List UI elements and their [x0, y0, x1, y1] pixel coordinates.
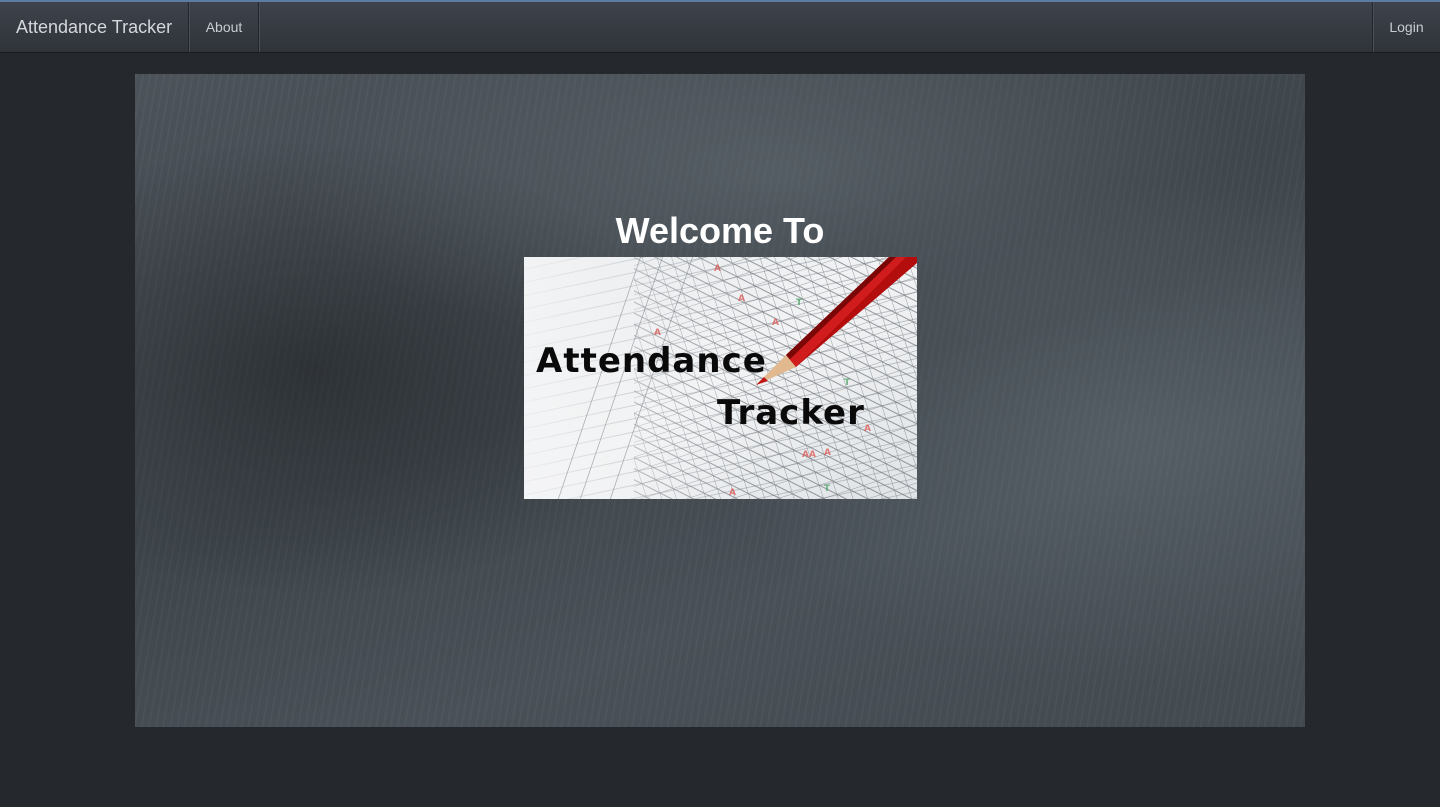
nav-about-link[interactable]: About [190, 2, 259, 52]
svg-text:T: T [824, 484, 831, 494]
svg-text:A: A [729, 488, 736, 498]
svg-text:A: A [864, 424, 871, 434]
svg-text:A: A [824, 448, 831, 458]
nav-login-link[interactable]: Login [1372, 2, 1440, 52]
welcome-heading: Welcome To [615, 210, 825, 251]
svg-text:A: A [738, 294, 745, 304]
brand-link[interactable]: Attendance Tracker [0, 2, 189, 52]
svg-text:T: T [796, 298, 803, 308]
svg-text:T: T [844, 378, 851, 388]
hero-section: Welcome To A A A A A AA A A T T T Attend… [135, 74, 1305, 727]
svg-text:AA: AA [802, 450, 816, 460]
attendance-tracker-logo: A A A A A AA A A T T T Attendance Tracke… [524, 257, 917, 499]
logo-word-attendance: Attendance [536, 341, 767, 381]
svg-text:A: A [772, 318, 779, 328]
svg-text:A: A [714, 264, 721, 274]
svg-text:A: A [654, 328, 661, 338]
logo-word-tracker: Tracker [717, 393, 865, 433]
navbar: Attendance Tracker About Login [0, 2, 1440, 53]
